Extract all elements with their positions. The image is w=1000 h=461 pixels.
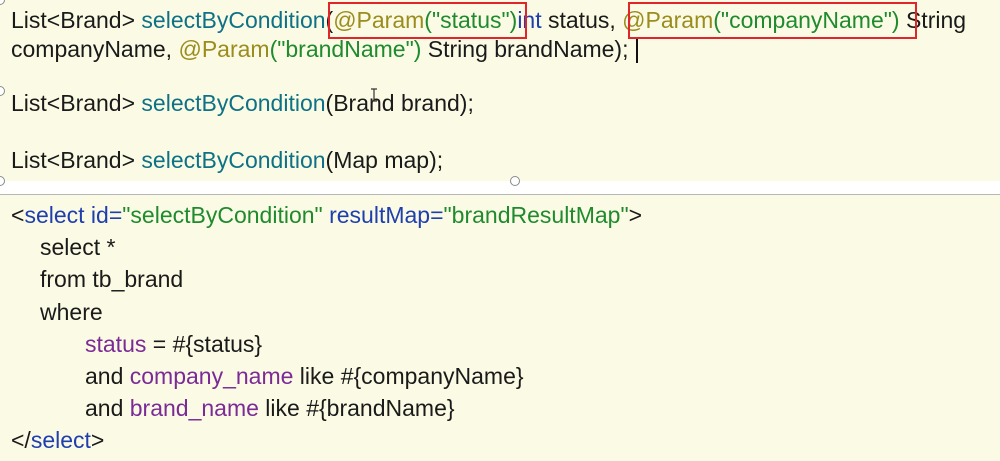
ibeam-cursor-icon	[371, 88, 377, 102]
code-line-3: List<Brand> selectByCondition(Brand bran…	[11, 89, 474, 117]
select-tag: select	[30, 427, 91, 453]
text-caret	[636, 39, 638, 63]
and-keyword: and	[85, 363, 130, 389]
return-type: List<Brand>	[11, 7, 142, 33]
select-tag: select	[24, 202, 85, 228]
highlight-box-status	[328, 2, 527, 39]
tag-bracket: </	[11, 427, 31, 453]
cond-brand-rest: like #{brandName}	[258, 395, 455, 421]
xml-line-select-open: <select id="selectByCondition" resultMap…	[11, 201, 642, 229]
xml-line-where: where	[40, 298, 103, 326]
return-type: List<Brand>	[11, 90, 142, 116]
return-type: List<Brand>	[11, 147, 142, 173]
id-attribute: id=	[84, 202, 123, 228]
method-name: selectByCondition	[141, 147, 326, 173]
tag-bracket: >	[628, 202, 643, 228]
highlight-box-companyname	[628, 2, 917, 39]
xml-line-cond-status: status = #{status}	[85, 330, 262, 358]
cond-company-rest: like #{companyName}	[293, 363, 524, 389]
xml-line-cond-brand: and brand_name like #{brandName}	[85, 394, 455, 422]
resultmap-attribute: resultMap=	[322, 202, 444, 228]
java-code-panel: List<Brand> selectByCondition(@Param("st…	[0, 0, 1000, 181]
param-annotation: @Param	[178, 36, 270, 62]
xml-line-cond-company: and company_name like #{companyName}	[85, 362, 524, 390]
param-companyname-name: companyName,	[11, 36, 179, 62]
resultmap-value: "brandResultMap"	[443, 202, 629, 228]
param-brandname-tail: String brandName);	[421, 36, 629, 62]
xml-line-select: select *	[40, 233, 115, 261]
id-value: "selectByCondition"	[122, 202, 323, 228]
panel-divider[interactable]	[0, 181, 1000, 194]
cond-status-rest: = #{status}	[146, 331, 263, 357]
resize-handle-middle[interactable]	[510, 176, 520, 186]
code-line-2: companyName, @Param("brandName") String …	[11, 35, 628, 63]
xml-line-from: from tb_brand	[40, 265, 183, 293]
sql-select: select *	[40, 234, 116, 260]
method-name: selectByCondition	[141, 7, 326, 33]
tag-bracket: <	[11, 202, 25, 228]
method-name: selectByCondition	[141, 90, 326, 116]
sql-from: from tb_brand	[40, 266, 184, 292]
and-keyword: and	[85, 395, 130, 421]
method-args: (Map map);	[325, 147, 444, 173]
column-company-name: company_name	[129, 363, 294, 389]
method-args: (Brand brand);	[325, 90, 474, 116]
xml-line-select-close: </select>	[11, 426, 104, 454]
column-brand-name: brand_name	[129, 395, 259, 421]
param-brandname-string: ("brandName")	[269, 36, 422, 62]
sql-where: where	[40, 299, 103, 325]
param-status-name: status,	[541, 7, 623, 33]
xml-code-panel: <select id="selectByCondition" resultMap…	[0, 194, 1000, 461]
column-status: status	[85, 331, 147, 357]
tag-bracket: >	[90, 427, 105, 453]
code-line-4: List<Brand> selectByCondition(Map map);	[11, 146, 443, 174]
